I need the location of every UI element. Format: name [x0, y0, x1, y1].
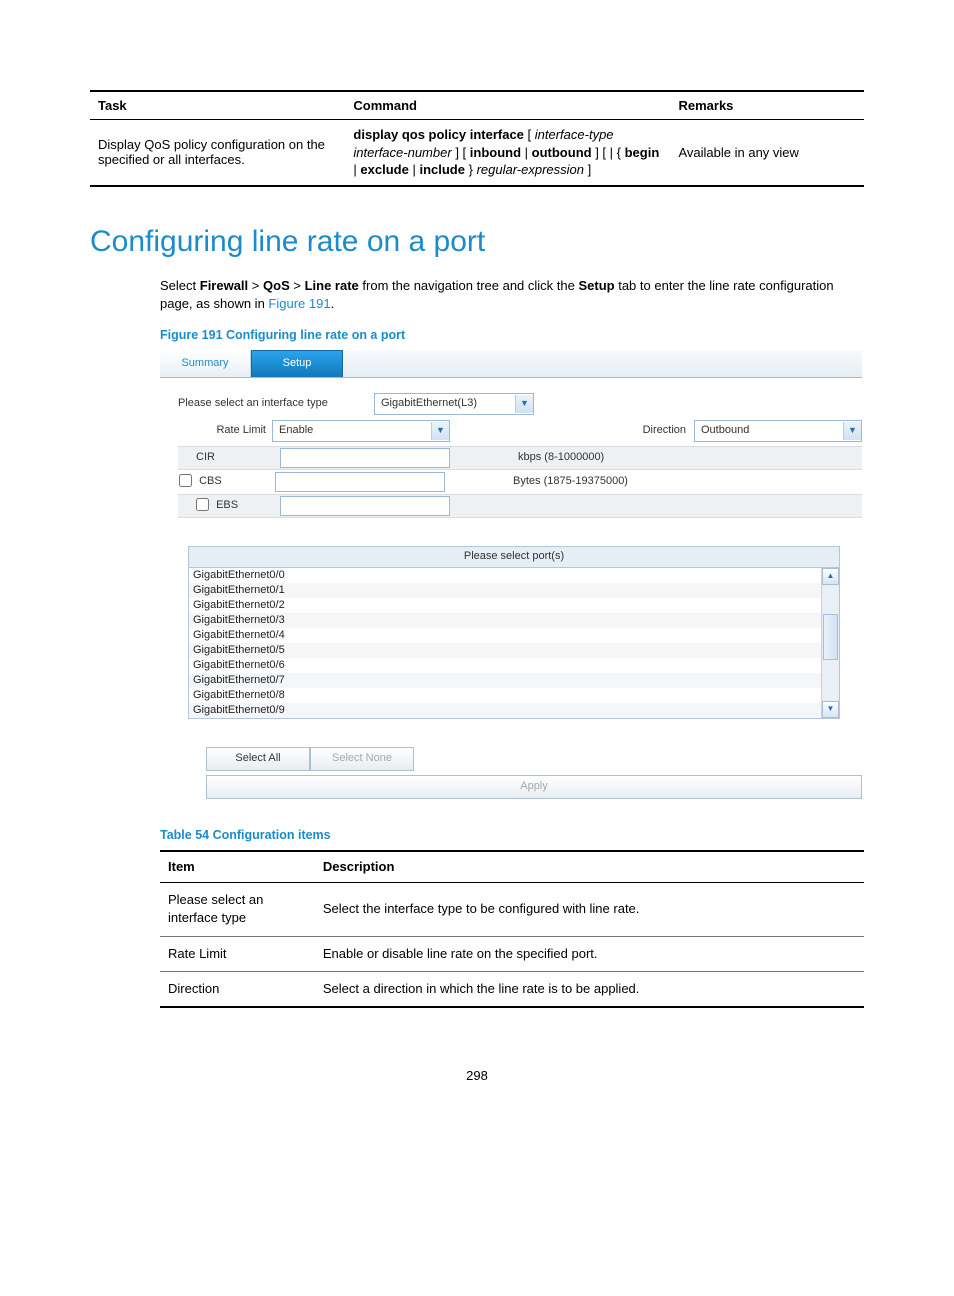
table-row: Display QoS policy configuration on the … — [90, 120, 864, 186]
cell-desc: Enable or disable line rate on the speci… — [315, 936, 864, 971]
list-item[interactable]: GigabitEthernet0/2 — [189, 598, 821, 613]
cell-remarks: Available in any view — [670, 120, 864, 186]
cell-command: display qos policy interface [ interface… — [345, 120, 670, 186]
input-cbs[interactable] — [275, 472, 445, 492]
page-number: 298 — [90, 1068, 864, 1083]
hint-cbs: Bytes (1875-19375000) — [512, 469, 744, 494]
checkbox-ebs[interactable] — [196, 498, 209, 511]
hint-ebs — [512, 494, 744, 517]
input-ebs[interactable] — [280, 496, 450, 516]
label-interface-type: Please select an interface type — [178, 396, 358, 411]
label-ebs: EBS — [216, 499, 238, 511]
list-item[interactable]: GigabitEthernet0/7 — [189, 673, 821, 688]
list-item[interactable]: GigabitEthernet0/0 — [189, 568, 821, 583]
list-item[interactable]: GigabitEthernet0/5 — [189, 643, 821, 658]
header-task: Task — [90, 91, 345, 120]
label-direction: Direction — [626, 423, 694, 438]
scrollbar[interactable]: ▲ ▼ — [821, 568, 839, 718]
chevron-down-icon: ▼ — [843, 422, 861, 440]
select-interface-type[interactable]: GigabitEthernet(L3) ▼ — [374, 393, 534, 415]
table-row: Rate Limit Enable or disable line rate o… — [160, 936, 864, 971]
scroll-down-icon[interactable]: ▼ — [822, 701, 839, 718]
table-caption: Table 54 Configuration items — [160, 827, 864, 845]
list-item[interactable]: GigabitEthernet0/3 — [189, 613, 821, 628]
table-row: Please select an interface type Select t… — [160, 883, 864, 936]
header-item: Item — [160, 851, 315, 883]
cell-item: Please select an interface type — [160, 883, 315, 936]
list-item[interactable]: GigabitEthernet0/6 — [189, 658, 821, 673]
hint-cir: kbps (8-1000000) — [512, 446, 744, 469]
cell-item: Direction — [160, 971, 315, 1007]
figure-191: Summary Setup Please select an interface… — [160, 351, 862, 799]
tab-summary[interactable]: Summary — [160, 351, 251, 377]
label-cbs: CBS — [199, 475, 222, 487]
chevron-down-icon: ▼ — [431, 422, 449, 440]
row-ebs: EBS — [178, 494, 862, 517]
scroll-thumb[interactable] — [823, 614, 838, 660]
cell-task: Display QoS policy configuration on the … — [90, 120, 345, 186]
tab-setup[interactable]: Setup — [251, 350, 343, 377]
tab-bar: Summary Setup — [160, 351, 862, 378]
port-select-header: Please select port(s) — [189, 547, 839, 568]
scroll-track[interactable] — [823, 586, 838, 700]
input-cir[interactable] — [280, 448, 450, 468]
header-remarks: Remarks — [670, 91, 864, 120]
cell-desc: Select a direction in which the line rat… — [315, 971, 864, 1007]
port-list[interactable]: GigabitEthernet0/0 GigabitEthernet0/1 Gi… — [189, 568, 821, 718]
config-items-table: Item Description Please select an interf… — [160, 850, 864, 1008]
select-rate-limit[interactable]: Enable ▼ — [272, 420, 450, 442]
port-select-box: Please select port(s) GigabitEthernet0/0… — [188, 546, 840, 719]
list-item[interactable]: GigabitEthernet0/1 — [189, 583, 821, 598]
apply-button[interactable]: Apply — [206, 775, 862, 799]
checkbox-cbs[interactable] — [179, 474, 192, 487]
task-command-table: Task Command Remarks Display QoS policy … — [90, 90, 864, 187]
select-none-button[interactable]: Select None — [310, 747, 414, 771]
cell-item: Rate Limit — [160, 936, 315, 971]
label-rate-limit: Rate Limit — [178, 423, 272, 438]
page-title: Configuring line rate on a port — [90, 225, 864, 259]
scroll-up-icon[interactable]: ▲ — [822, 568, 839, 585]
table-row: Direction Select a direction in which th… — [160, 971, 864, 1007]
figure-caption: Figure 191 Configuring line rate on a po… — [160, 327, 864, 345]
intro-paragraph: Select Firewall > QoS > Line rate from t… — [160, 277, 864, 313]
header-description: Description — [315, 851, 864, 883]
select-all-button[interactable]: Select All — [206, 747, 310, 771]
row-cbs: CBS Bytes (1875-19375000) — [178, 469, 862, 494]
list-item[interactable]: GigabitEthernet0/9 — [189, 703, 821, 718]
chevron-down-icon: ▼ — [515, 395, 533, 413]
label-cir: CIR — [184, 451, 215, 463]
list-item[interactable]: GigabitEthernet0/8 — [189, 688, 821, 703]
header-command: Command — [345, 91, 670, 120]
list-item[interactable]: GigabitEthernet0/4 — [189, 628, 821, 643]
select-direction[interactable]: Outbound ▼ — [694, 420, 862, 442]
cell-desc: Select the interface type to be configur… — [315, 883, 864, 936]
link-figure-191[interactable]: Figure 191 — [268, 296, 330, 311]
row-cir: CIR kbps (8-1000000) — [178, 446, 862, 469]
